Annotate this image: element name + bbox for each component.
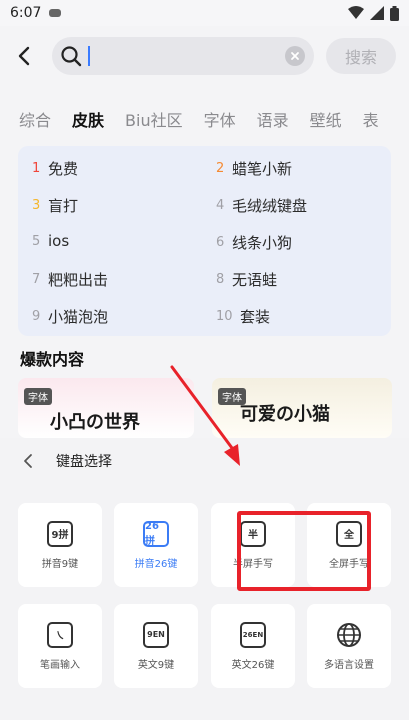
key-label: 全屏手写 [329,558,369,570]
hot-item-label: 小猫泡泡 [48,308,109,326]
hot-item[interactable]: 5 ios [32,232,69,250]
pinyin-9-icon: 9拼 [47,520,73,547]
panel-header: 键盘选择 [0,438,409,484]
key-english-9[interactable]: 9EN 英文9键 [114,604,198,688]
half-handwrite-icon: 半 [240,520,266,547]
hot-item[interactable]: 9 小猫泡泡 [32,306,108,327]
search-icon [61,46,82,67]
rank-number: 2 [216,161,225,176]
hot-item-label: 套装 [240,308,271,326]
hot-item-label: 无语蛙 [232,271,278,289]
key-label: 英文9键 [137,659,175,671]
hot-item-label: 盲打 [48,197,79,215]
tab-biu-community[interactable]: Biu社区 [125,107,183,131]
thumbnail-art-text: 小凸の世界 [50,412,140,433]
key-multilanguage[interactable]: 多语言设置 [307,604,391,688]
panel-title: 键盘选择 [56,454,112,470]
hot-item-label: 粑粑出击 [48,271,109,289]
key-label: 英文26键 [231,659,275,671]
notification-icon [49,9,62,17]
hot-search-card: 1 免费 2 蜡笔小新 3 盲打 4 毛绒绒键盘 5 ios 6 线条小狗 7 粑粑出击 8无… [18,146,391,336]
rank-number: 8 [216,272,225,287]
rank-number: 4 [216,198,225,213]
hot-item[interactable]: 7 粑粑出击 [32,269,108,290]
rank-number: 9 [32,309,41,324]
signal-icon [370,6,384,20]
tab-emoji[interactable]: 表 [363,107,379,131]
clear-button[interactable] [285,46,305,66]
category-tabs: 综合 皮肤 Biu社区 字体 语录 壁纸 表 [0,100,409,138]
key-half-handwrite[interactable]: 半 半屏手写 [211,503,295,587]
key-english-26[interactable]: 26EN 英文26键 [211,604,295,688]
hot-item[interactable]: 2 蜡笔小新 [216,158,292,179]
rank-number: 7 [32,272,41,287]
tab-wallpaper[interactable]: 壁纸 [310,107,342,131]
battery-icon [390,5,399,21]
tab-skin[interactable]: 皮肤 [72,107,104,131]
close-icon [291,52,299,60]
english-9-icon: 9EN [143,621,169,648]
hot-item-label: ios [48,232,70,250]
back-button[interactable] [0,32,48,80]
key-label: 多语言设置 [324,659,374,671]
section-title: 爆款内容 [20,350,85,369]
status-bar: 6:07 [0,0,409,26]
search-button[interactable]: 搜索 [326,38,396,74]
hot-item[interactable]: 3 盲打 [32,195,78,216]
globe-icon [337,622,361,647]
key-pinyin-9[interactable]: 9拼 拼音9键 [18,503,102,587]
font-thumbnail[interactable]: 字体 可爱の小猫 [212,378,392,438]
english-26-icon: 26EN [240,621,266,648]
hot-item[interactable]: 6 线条小狗 [216,232,292,253]
hot-item-label: 免费 [48,160,79,178]
chevron-left-icon [24,454,32,468]
key-label: 拼音26键 [134,558,178,570]
type-badge: 字体 [24,388,52,405]
rank-number: 3 [32,198,41,213]
thumbnail-art-text: 可爱の小猫 [240,404,330,425]
status-time: 6:07 [10,5,42,21]
hot-item[interactable]: 4 毛绒绒键盘 [216,195,307,216]
rank-number: 5 [32,233,41,249]
full-handwrite-icon: 全 [336,520,362,547]
search-input[interactable] [90,37,285,75]
pinyin-26-icon: 26拼 [143,520,169,547]
chevron-left-icon [18,46,30,66]
stroke-input-icon: ㇏ [47,621,73,648]
hot-item-label: 线条小狗 [232,234,293,252]
tab-quotes[interactable]: 语录 [257,107,289,131]
hot-item-label: 蜡笔小新 [232,160,293,178]
key-label: 半屏手写 [233,558,273,570]
key-label: 笔画输入 [40,659,80,671]
rank-number: 10 [216,309,233,324]
key-stroke-input[interactable]: ㇏ 笔画输入 [18,604,102,688]
hot-item[interactable]: 1 免费 [32,158,78,179]
key-full-handwrite[interactable]: 全 全屏手写 [307,503,391,587]
wifi-icon [348,6,364,19]
font-thumbnail[interactable]: 字体 小凸の世界 [18,378,194,438]
search-box[interactable] [52,37,314,75]
keyboard-select-panel: 键盘选择 9拼 拼音9键 26拼 拼音26键 半 半屏手写 全 全屏手写 ㇏ 笔… [0,438,409,720]
hot-item-label: 毛绒绒键盘 [232,197,308,215]
hot-item[interactable]: 10 套装 [216,306,270,327]
panel-back-button[interactable] [0,453,56,469]
rank-number: 6 [216,235,225,250]
key-pinyin-26[interactable]: 26拼 拼音26键 [114,503,198,587]
search-row: 搜索 [0,32,409,80]
key-label: 拼音9键 [41,558,79,570]
rank-number: 1 [32,161,41,176]
hot-item[interactable]: 8 无语蛙 [216,269,277,290]
status-icons [348,5,399,21]
tab-font[interactable]: 字体 [204,107,236,131]
tab-comprehensive[interactable]: 综合 [19,107,51,131]
